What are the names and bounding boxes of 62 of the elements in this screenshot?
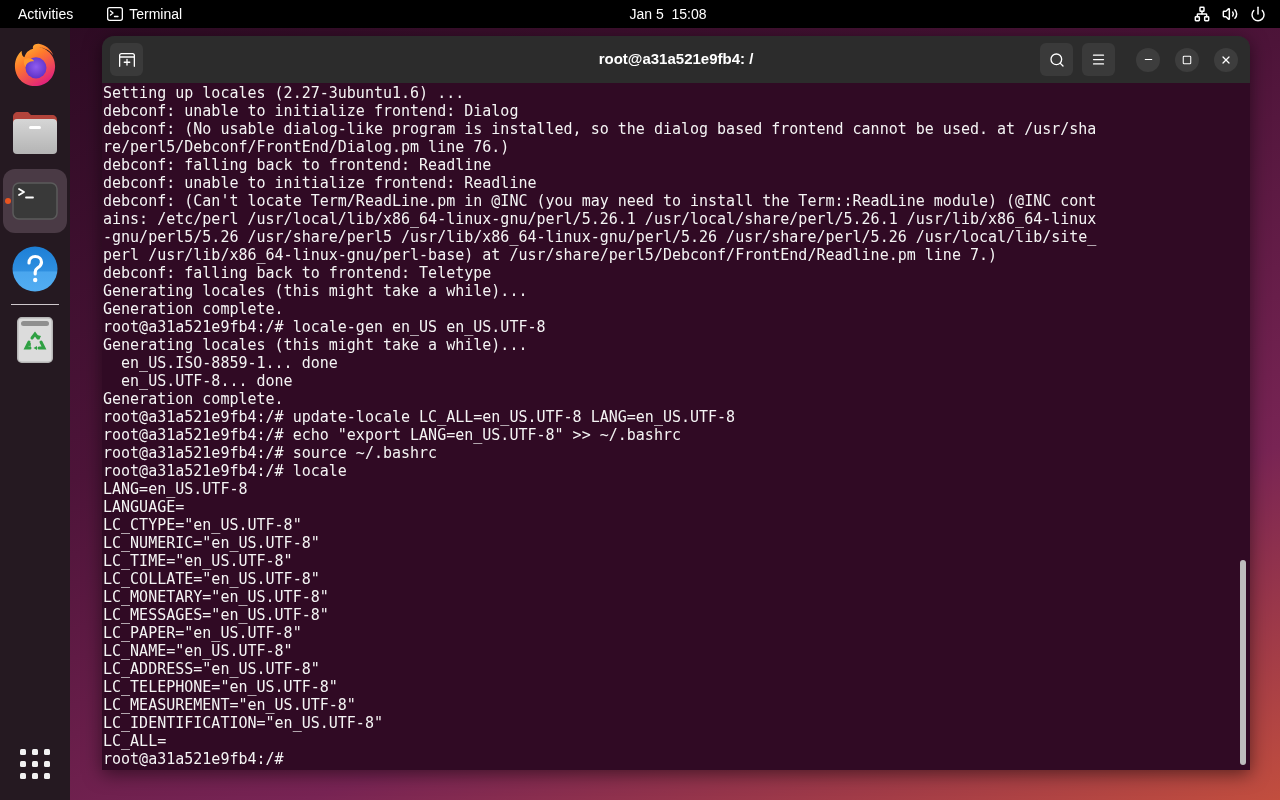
terminal-line: re/perl5/Debconf/FrontEnd/Dialog.pm line 76.): [103, 138, 510, 156]
terminal-line: debconf: (No usable dialog-like program is installed, so the dialog based frontend cannot be used. at /usr/sha: [103, 120, 1097, 138]
terminal-line: root@a31a521e9fb4:/# source ~/.bashrc: [103, 444, 438, 462]
activities-button[interactable]: Activities: [10, 3, 82, 25]
menu-icon: [1091, 52, 1106, 67]
search-icon: [1048, 51, 1065, 68]
terminal-line: debconf: unable to initialize frontend: Dialog: [103, 102, 519, 120]
terminal-line: Generating locales (this might take a while)...: [103, 336, 528, 354]
terminal-line: root@a31a521e9fb4:/# locale-gen en_US en_US.UTF-8: [103, 318, 546, 336]
terminal-line: LC_MONETARY="en_US.UTF-8": [103, 588, 329, 606]
terminal-line: LC_TELEPHONE="en_US.UTF-8": [103, 678, 338, 696]
help-icon: [12, 246, 58, 292]
tab-plus-icon: [118, 52, 135, 67]
terminal-line: LC_ADDRESS="en_US.UTF-8": [103, 660, 320, 678]
terminal-line: en_US.UTF-8... done: [120, 372, 293, 390]
terminal-line: LC_NAME="en_US.UTF-8": [103, 642, 293, 660]
terminal-line: LC_NUMERIC="en_US.UTF-8": [103, 534, 320, 552]
terminal-line: LC_CTYPE="en_US.UTF-8": [103, 516, 302, 534]
terminal-line: Generation complete.: [103, 390, 284, 408]
terminal-line: -gnu/perl5/5.26 /usr/share/perl5 /usr/lib/x86_64-linux-gnu/perl/5.26 /usr/share/perl/5.26 /usr/local/lib/site_: [103, 228, 1097, 246]
window-title: root@a31a521e9fb4: /: [598, 49, 754, 70]
terminal-line: LC_PAPER="en_US.UTF-8": [103, 624, 302, 642]
terminal-line: ains: /etc/perl /usr/local/lib/x86_64-linux-gnu/perl/5.26.1 /usr/local/share/perl/5.26.1 /usr/lib/x86_64-linux: [103, 210, 1097, 228]
terminal-line: LC_MEASUREMENT="en_US.UTF-8": [103, 696, 356, 714]
app-menu-button[interactable]: Terminal: [101, 3, 189, 25]
maximize-button[interactable]: [1175, 47, 1199, 72]
terminal-line: root@a31a521e9fb4:/# locale: [103, 462, 347, 480]
terminal-line: en_US.ISO-8859-1... done: [120, 354, 338, 372]
terminal-line: Setting up locales (2.27-3ubuntu1.6) ...: [103, 84, 465, 102]
power-icon[interactable]: [1250, 6, 1266, 22]
terminal-line: debconf: (Can't locate Term/ReadLine.pm in @INC (you may need to install the Term::ReadLine module) (@INC cont: [103, 192, 1097, 210]
search-button[interactable]: [1040, 43, 1073, 76]
folder-icon: [12, 112, 58, 154]
terminal-line: Generating locales (this might take a while)...: [103, 282, 528, 300]
apps-grid-icon: [20, 749, 50, 779]
terminal-line: perl /usr/lib/x86_64-linux-gnu/perl-base) at /usr/share/perl5/Debconf/FrontEnd/Readline.pm line 7.): [103, 246, 998, 264]
terminal-line: root@a31a521e9fb4:/# update-locale LC_ALL=en_US.UTF-8 LANG=en_US.UTF-8: [103, 408, 736, 426]
scrollbar-thumb[interactable]: [1240, 560, 1246, 765]
trash-icon: [17, 317, 53, 363]
network-icon[interactable]: [1194, 6, 1210, 22]
maximize-icon: [1182, 54, 1192, 65]
close-button[interactable]: [1214, 47, 1238, 72]
terminal-line: Generation complete.: [103, 300, 284, 318]
terminal-line: debconf: falling back to frontend: Readline: [103, 156, 492, 174]
terminal-line: LC_COLLATE="en_US.UTF-8": [103, 570, 320, 588]
volume-icon[interactable]: [1222, 6, 1238, 22]
globe-icon: [13, 43, 57, 87]
terminal-line: debconf: falling back to frontend: Teletype: [103, 264, 492, 282]
new-tab-button[interactable]: [110, 43, 143, 76]
terminal-line: LC_IDENTIFICATION="en_US.UTF-8": [103, 714, 383, 732]
terminal-line: LC_TIME="en_US.UTF-8": [103, 552, 293, 570]
terminal-icon: [107, 7, 124, 21]
terminal-line: root@a31a521e9fb4:/#: [103, 750, 284, 768]
menu-button[interactable]: [1082, 43, 1115, 76]
terminal-icon: [12, 182, 58, 220]
terminal-line: LC_MESSAGES="en_US.UTF-8": [103, 606, 329, 624]
terminal-line: LANG=en_US.UTF-8: [103, 480, 248, 498]
terminal-line: root@a31a521e9fb4:/# echo "export LANG=en_US.UTF-8" >> ~/.bashrc: [103, 426, 681, 444]
terminal-line: LC_ALL=: [103, 732, 167, 750]
clock-button[interactable]: Jan 5 15:08: [623, 3, 713, 25]
terminal-line: debconf: unable to initialize frontend: Readline: [103, 174, 537, 192]
terminal-line: LANGUAGE=: [103, 498, 185, 516]
